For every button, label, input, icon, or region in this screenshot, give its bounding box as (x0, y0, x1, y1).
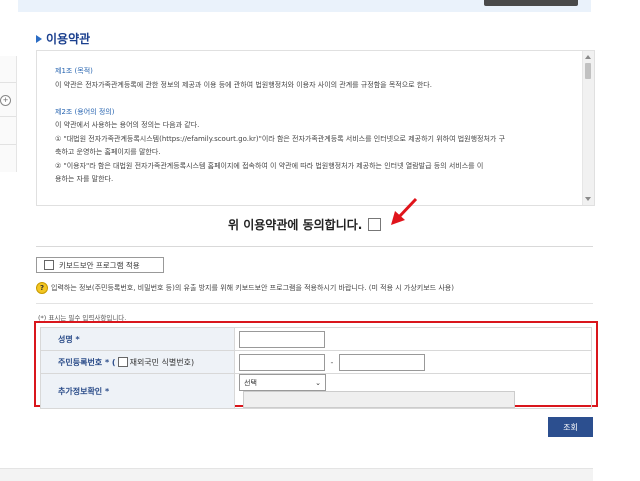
expand-icon[interactable]: + (0, 95, 11, 106)
red-arrow-icon (391, 197, 418, 225)
section-title-text: 이용약관 (46, 32, 91, 46)
extra-select[interactable]: 선택 ⌄ (239, 374, 326, 391)
terms-line: ① "대법원 전자가족관계등록시스템(https://efamily.scour… (55, 134, 506, 143)
terms-text: 제1조 (목적) 이 약관은 전자가족관계등록에 관한 정보의 제공과 이용 등에… (55, 65, 573, 187)
question-icon: ? (36, 282, 48, 294)
agree-row: 위 이용약관에 동의합니다. (228, 216, 382, 233)
keyboard-security-button[interactable]: 키보드보안 프로그램 적용 (36, 257, 164, 273)
divider (36, 303, 593, 304)
rrn-dash: - (330, 357, 334, 367)
left-sidebar (0, 56, 17, 172)
name-row: 성명 * (40, 327, 592, 351)
scroll-down-icon[interactable] (585, 197, 591, 201)
search-button[interactable]: 조회 (548, 417, 593, 437)
terms-line: 이 약관은 전자가족관계등록에 관한 정보의 제공과 이용 등에 관하여 법원행… (55, 80, 432, 89)
terms-line: ② "이용자"라 함은 대법원 전자가족관계등록시스템 홈페이지에 접속하여 이… (55, 161, 484, 170)
keyboard-security-checkbox[interactable] (44, 260, 54, 270)
sidebar-divider (0, 82, 16, 83)
sidebar-divider (0, 144, 16, 145)
rrn-back-input[interactable] (339, 353, 425, 371)
extra-label: 추가정보확인 * (40, 373, 235, 409)
section-title: 이용약관 (36, 30, 90, 47)
extra-row: 추가정보확인 * 선택 ⌄ (40, 373, 592, 409)
divider (36, 246, 593, 247)
terms-line: 이 약관에서 사용하는 용어의 정의는 다음과 같다. (55, 121, 200, 129)
sidebar-divider (0, 116, 16, 117)
chevron-down-icon: ⌄ (315, 378, 321, 387)
terms-article-title: 제2조 (용어의 정의) (55, 107, 115, 116)
name-label: 성명 * (40, 327, 235, 351)
rrn-row: 주민등록번호 * ( 재외국민 식별번호) - (40, 350, 592, 374)
notice-text: 입력하는 정보(주민등록번호, 비밀번호 등)의 유출 방지를 위해 키보드보안… (51, 284, 454, 292)
name-cell (234, 327, 592, 351)
input-form: 성명 * 주민등록번호 * ( 재외국민 식별번호) - 추가정보확인 * 선택… (40, 327, 592, 409)
extra-cell: 선택 ⌄ (234, 373, 592, 409)
foreigner-checkbox[interactable] (117, 357, 128, 367)
terms-article-title: 제1조 (목적) (55, 67, 93, 75)
agree-checkbox[interactable] (368, 218, 382, 231)
agree-label: 위 이용약관에 동의합니다. (228, 218, 363, 232)
rrn-front-input[interactable] (239, 353, 325, 371)
keyboard-security-label: 키보드보안 프로그램 적용 (59, 260, 140, 270)
terms-box[interactable]: 제1조 (목적) 이 약관은 전자가족관계등록에 관한 정보의 제공과 이용 등에… (36, 50, 595, 206)
name-input[interactable] (239, 330, 325, 348)
rrn-label-cell: 주민등록번호 * ( 재외국민 식별번호) (40, 350, 235, 374)
terms-line: 축하고 운영하는 홈페이지를 말한다. (55, 148, 161, 156)
terms-scrollbar[interactable] (582, 51, 594, 205)
scroll-up-icon[interactable] (585, 55, 591, 59)
footer-bar (0, 468, 593, 481)
rrn-label: 주민등록번호 * ( (58, 357, 116, 367)
triangle-bullet-icon (36, 34, 42, 43)
scroll-thumb[interactable] (585, 63, 591, 79)
rrn-cell: - (234, 350, 592, 374)
terms-line: 용하는 자를 말한다. (55, 175, 114, 183)
notice: ? 입력하는 정보(주민등록번호, 비밀번호 등)의 유출 방지를 위해 키보드… (36, 282, 454, 294)
terms-line (55, 92, 573, 106)
top-button[interactable] (484, 0, 578, 6)
extra-select-value: 선택 (244, 378, 257, 387)
extra-input-disabled (243, 391, 515, 408)
foreigner-label: 재외국민 식별번호) (129, 357, 195, 367)
